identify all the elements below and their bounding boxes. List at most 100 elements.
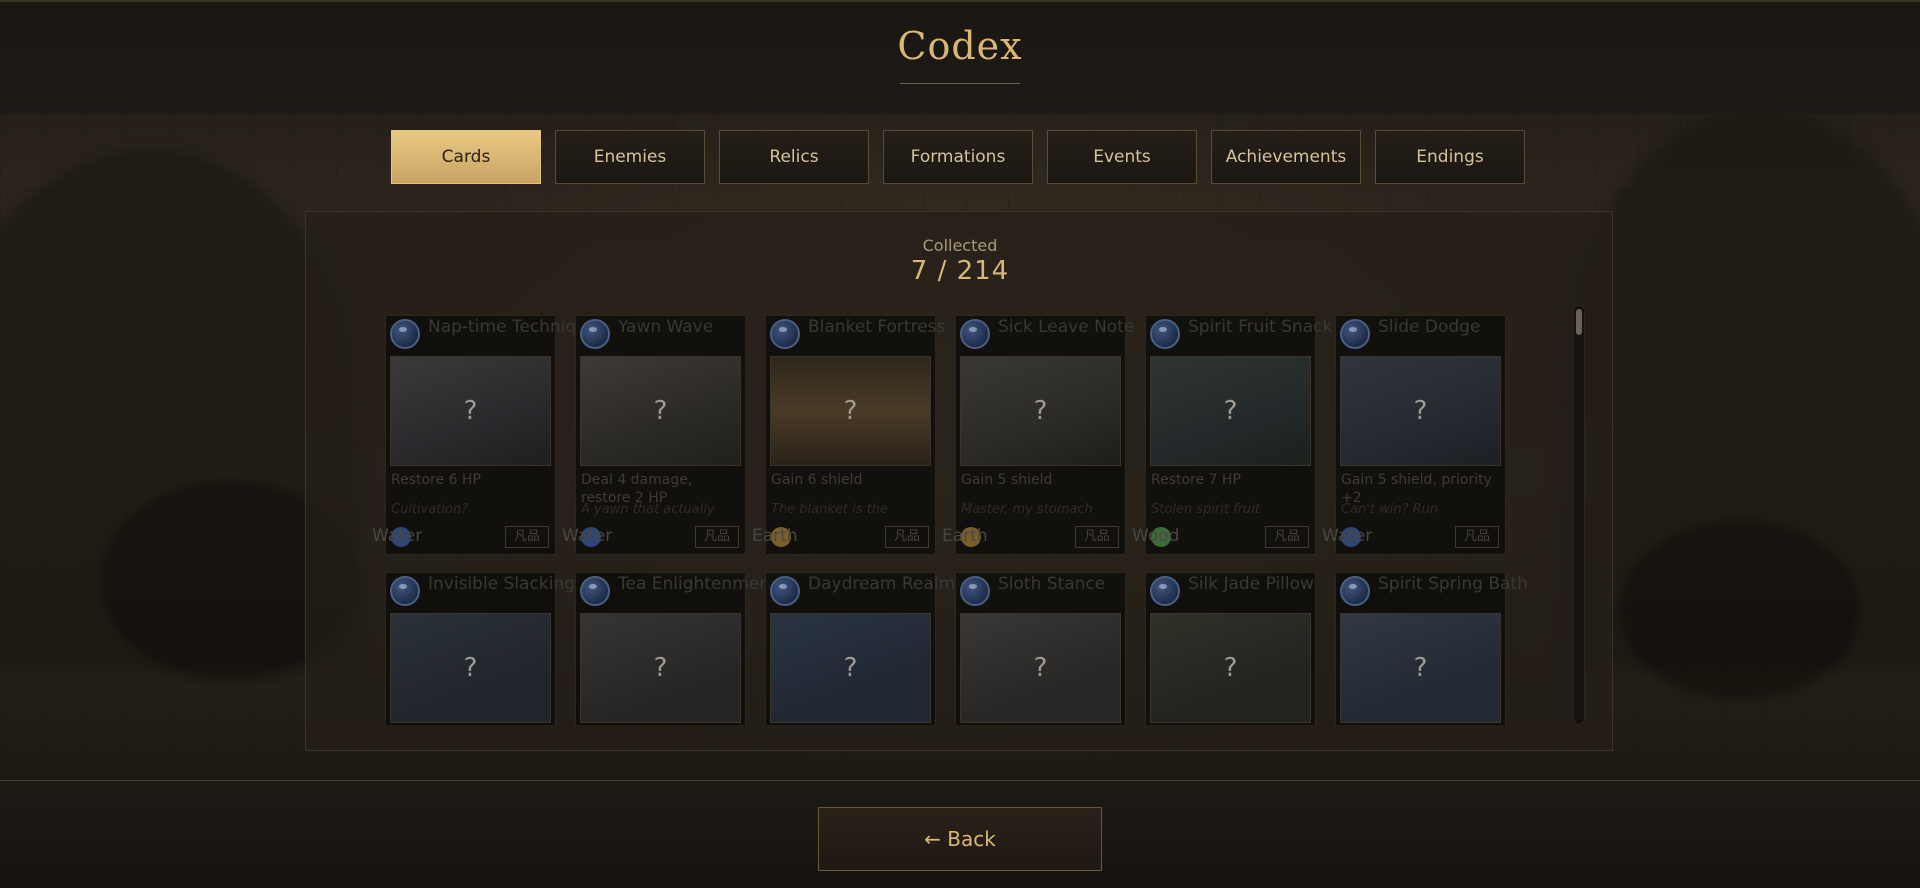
card-art: ? (1340, 613, 1501, 723)
card-element: Earth (942, 526, 988, 546)
card-silk-jade-pillow[interactable]: Silk Jade Pillow ? (1145, 572, 1316, 725)
element-orb-icon (1340, 319, 1370, 349)
back-button[interactable]: ← Back (818, 807, 1102, 871)
card-description: Restore 7 HP (1151, 472, 1241, 488)
card-name: Slide Dodge (1378, 317, 1481, 337)
tab-label: Enemies (593, 147, 667, 167)
card-flavor: A yawn that actually (581, 502, 715, 517)
locked-question-mark: ? (843, 396, 858, 426)
locked-question-mark: ? (653, 396, 668, 426)
card-rarity: 凡品 (885, 526, 929, 548)
tab-endings[interactable]: Endings (1375, 130, 1525, 184)
tab-events[interactable]: Events (1047, 130, 1197, 184)
tab-label: Endings (1416, 147, 1484, 167)
card-grid-scrollbar[interactable] (1573, 305, 1585, 725)
card-blanket-fortress[interactable]: Blanket Fortress ? Gain 6 shield The bla… (752, 315, 945, 555)
card-element: Earth (752, 526, 798, 546)
back-button-label: ← Back (924, 827, 996, 851)
locked-question-mark: ? (1413, 396, 1428, 426)
locked-question-mark: ? (1223, 653, 1238, 683)
card-description: Gain 5 shield (961, 472, 1053, 488)
card-slide-dodge[interactable]: Slide Dodge ? Gain 5 shield, priority +2… (1322, 315, 1506, 555)
locked-question-mark: ? (653, 653, 668, 683)
card-art: ? (770, 613, 931, 723)
card-name: Spirit Fruit Snack (1188, 317, 1333, 337)
card-sloth-stance[interactable]: Sloth Stance ? (955, 572, 1126, 725)
locked-question-mark: ? (843, 653, 858, 683)
card-name: Invisible Slacking (428, 574, 575, 594)
title-underline (900, 83, 1020, 84)
card-sick-leave-note[interactable]: Sick Leave Note ? Gain 5 shield Master, … (942, 315, 1134, 555)
card-rarity: 凡品 (1265, 526, 1309, 548)
locked-question-mark: ? (1413, 653, 1428, 683)
card-flavor: Stolen spirit fruit (1151, 502, 1260, 517)
card-art: ? (580, 356, 741, 466)
card-description: Restore 6 HP (391, 472, 481, 488)
card-art: ? (960, 356, 1121, 466)
tab-achievements[interactable]: Achievements (1211, 130, 1361, 184)
locked-question-mark: ? (463, 396, 478, 426)
background-tree (1620, 520, 1860, 700)
card-art: ? (1340, 356, 1501, 466)
card-spirit-spring-bath[interactable]: Spirit Spring Bath ? (1335, 572, 1528, 725)
card-flavor: The blanket is the (771, 502, 888, 517)
card-rarity: 凡品 (1455, 526, 1499, 548)
tab-label: Formations (910, 147, 1006, 167)
card-daydream-realm[interactable]: Daydream Realm ? (765, 572, 955, 725)
element-orb-icon (580, 319, 610, 349)
card-name: Yawn Wave (618, 317, 714, 337)
card-art: ? (1150, 356, 1311, 466)
card-name: Daydream Realm (808, 574, 956, 594)
locked-question-mark: ? (1033, 653, 1048, 683)
card-art: ? (770, 356, 931, 466)
card-description: Gain 6 shield (771, 472, 863, 488)
element-orb-icon (960, 319, 990, 349)
card-name: Blanket Fortress (808, 317, 946, 337)
page-title: Codex (897, 24, 1023, 68)
card-flavor: Can't win? Run (1341, 502, 1439, 517)
tab-label: Events (1093, 147, 1151, 167)
element-orb-icon (1340, 576, 1370, 606)
card-tea-enlightenment[interactable]: Tea Enlightenment ? (575, 572, 777, 725)
element-orb-icon (1150, 576, 1180, 606)
tab-enemies[interactable]: Enemies (555, 130, 705, 184)
locked-question-mark: ? (1223, 396, 1238, 426)
card-flavor: Master, my stomach (961, 502, 1093, 517)
tab-cards[interactable]: Cards (391, 130, 541, 184)
card-spirit-fruit-snack[interactable]: Spirit Fruit Snack ? Restore 7 HP Stolen… (1132, 315, 1332, 555)
card-name: Silk Jade Pillow (1188, 574, 1314, 594)
card-yawn-wave[interactable]: Yawn Wave ? Deal 4 damage, restore 2 HP … (562, 315, 746, 555)
card-name: Tea Enlightenment (618, 574, 777, 594)
tab-label: Achievements (1225, 147, 1347, 167)
card-name: Sloth Stance (998, 574, 1106, 594)
card-rarity: 凡品 (695, 526, 739, 548)
card-art: ? (580, 613, 741, 723)
card-element: Water (372, 526, 423, 546)
card-invisible-slacking[interactable]: Invisible Slacking ? (385, 572, 575, 725)
card-name: Sick Leave Note (998, 317, 1135, 337)
tab-relics[interactable]: Relics (719, 130, 869, 184)
card-name: Spirit Spring Bath (1378, 574, 1528, 594)
card-name: Nap-time Technique (428, 317, 598, 337)
tab-label: Cards (441, 147, 491, 167)
card-art: ? (390, 356, 551, 466)
locked-question-mark: ? (1033, 396, 1048, 426)
card-art: ? (1150, 613, 1311, 723)
card-element: Water (562, 526, 613, 546)
card-rarity: 凡品 (1075, 526, 1119, 548)
tab-formations[interactable]: Formations (883, 130, 1033, 184)
element-orb-icon (960, 576, 990, 606)
card-art: ? (960, 613, 1121, 723)
collected-label: Collected (922, 236, 998, 255)
card-flavor: Cultivation? (391, 502, 469, 517)
locked-question-mark: ? (463, 653, 478, 683)
card-nap-time-technique[interactable]: Nap-time Technique ? Restore 6 HP Cultiv… (372, 315, 597, 555)
card-rarity: 凡品 (505, 526, 549, 548)
collected-count: 7 / 214 (910, 256, 1010, 286)
element-orb-icon (580, 576, 610, 606)
element-orb-icon (770, 576, 800, 606)
scrollbar-thumb[interactable] (1576, 309, 1582, 335)
card-art: ? (390, 613, 551, 723)
element-orb-icon (390, 576, 420, 606)
element-orb-icon (390, 319, 420, 349)
